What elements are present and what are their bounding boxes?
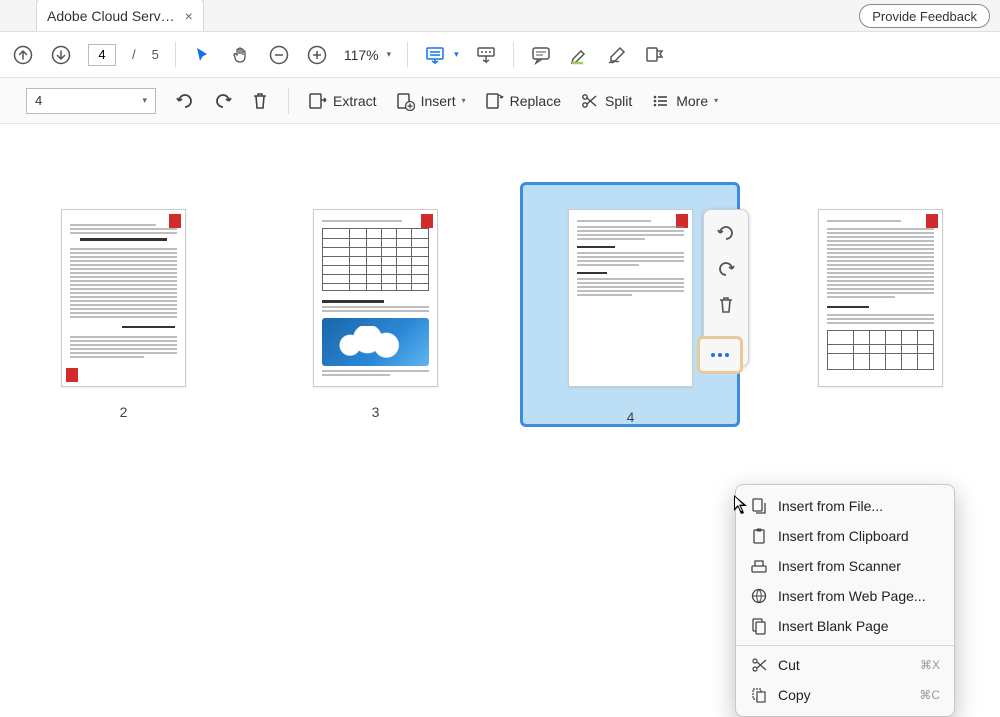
page-number-label: 3 bbox=[313, 404, 438, 420]
blank-page-icon bbox=[750, 617, 768, 635]
fit-width-icon[interactable] bbox=[424, 44, 446, 66]
page-number-label: 2 bbox=[61, 404, 186, 420]
ctx-label: Insert Blank Page bbox=[778, 618, 889, 634]
insert-label: Insert bbox=[421, 93, 456, 109]
provide-feedback-button[interactable]: Provide Feedback bbox=[859, 4, 990, 28]
chevron-down-icon: ▾ bbox=[462, 96, 466, 105]
page-thumbnail-area[interactable]: /*placeholder*/ 2 bbox=[0, 124, 1000, 618]
zoom-level[interactable]: 117% bbox=[344, 47, 379, 63]
separator bbox=[513, 42, 514, 68]
page-display-icon[interactable] bbox=[475, 44, 497, 66]
menu-separator bbox=[736, 645, 954, 646]
page-thumbnail[interactable]: /*placeholder*/ bbox=[61, 209, 186, 387]
download-icon[interactable] bbox=[50, 44, 72, 66]
more-list-icon bbox=[650, 91, 670, 111]
tab-title: Adobe Cloud Serv… bbox=[47, 8, 175, 24]
adobe-badge-icon bbox=[926, 214, 938, 228]
more-button[interactable]: More ▾ bbox=[650, 91, 718, 111]
rotate-ccw-icon[interactable] bbox=[174, 91, 194, 111]
ctx-label: Insert from File... bbox=[778, 498, 883, 514]
ctx-insert-blank-page[interactable]: Insert Blank Page bbox=[736, 611, 954, 641]
scissors-icon bbox=[579, 91, 599, 111]
extract-label: Extract bbox=[333, 93, 377, 109]
ctx-insert-from-file[interactable]: Insert from File... bbox=[736, 491, 954, 521]
copy-icon bbox=[750, 686, 768, 704]
page-number-label: 4 bbox=[568, 409, 693, 425]
select-tool-icon[interactable] bbox=[192, 44, 214, 66]
ctx-label: Insert from Web Page... bbox=[778, 588, 926, 604]
page-separator: / bbox=[132, 47, 136, 62]
zoom-out-icon[interactable] bbox=[268, 44, 290, 66]
organize-toolbar: 4 ▾ Extract Insert ▾ Replace Split bbox=[0, 78, 1000, 124]
trash-icon[interactable] bbox=[711, 290, 741, 320]
document-tab[interactable]: Adobe Cloud Serv… × bbox=[36, 0, 204, 31]
replace-button[interactable]: Replace bbox=[484, 91, 561, 111]
sign-icon[interactable] bbox=[606, 44, 628, 66]
separator bbox=[407, 42, 408, 68]
separator bbox=[288, 88, 289, 114]
rotate-ccw-icon[interactable] bbox=[711, 218, 741, 248]
chevron-down-icon: ▾ bbox=[142, 95, 147, 106]
page-number-input[interactable] bbox=[88, 44, 116, 66]
extract-icon bbox=[307, 91, 327, 111]
replace-label: Replace bbox=[510, 93, 561, 109]
chevron-down-icon[interactable]: ▾ bbox=[454, 49, 459, 60]
ctx-copy[interactable]: Copy ⌘C bbox=[736, 680, 954, 710]
page-range-value: 4 bbox=[35, 93, 42, 108]
page-range-select[interactable]: 4 ▾ bbox=[26, 88, 156, 114]
insert-icon bbox=[395, 91, 415, 111]
more-label: More bbox=[676, 93, 708, 109]
ctx-label: Insert from Clipboard bbox=[778, 528, 909, 544]
close-icon[interactable]: × bbox=[185, 8, 193, 24]
adobe-badge-icon bbox=[421, 214, 433, 228]
ctx-label: Insert from Scanner bbox=[778, 558, 901, 574]
hand-tool-icon[interactable] bbox=[230, 44, 252, 66]
extract-button[interactable]: Extract bbox=[307, 91, 377, 111]
tab-bar: Adobe Cloud Serv… × Provide Feedback bbox=[0, 0, 1000, 32]
page-total: 5 bbox=[152, 47, 159, 62]
chevron-down-icon[interactable]: ▾ bbox=[387, 49, 392, 60]
split-button[interactable]: Split bbox=[579, 91, 632, 111]
ctx-shortcut: ⌘X bbox=[920, 658, 940, 672]
feedback-label: Provide Feedback bbox=[872, 9, 977, 24]
ctx-insert-from-scanner[interactable]: Insert from Scanner bbox=[736, 551, 954, 581]
zoom-in-icon[interactable] bbox=[306, 44, 328, 66]
ctx-label: Copy bbox=[778, 687, 811, 703]
main-toolbar: / 5 117% ▾ ▾ bbox=[0, 32, 1000, 78]
ctx-insert-from-webpage[interactable]: Insert from Web Page... bbox=[736, 581, 954, 611]
page-thumbnail[interactable] bbox=[313, 209, 438, 387]
insert-context-menu: Insert from File... Insert from Clipboar… bbox=[735, 484, 955, 717]
insert-button[interactable]: Insert ▾ bbox=[395, 91, 466, 111]
ctx-shortcut: ⌘C bbox=[919, 688, 940, 702]
replace-icon bbox=[484, 91, 504, 111]
ctx-label: Cut bbox=[778, 657, 800, 673]
ctx-insert-from-clipboard[interactable]: Insert from Clipboard bbox=[736, 521, 954, 551]
clipboard-icon bbox=[750, 527, 768, 545]
page-thumbnail[interactable] bbox=[818, 209, 943, 387]
cloud-image bbox=[322, 318, 429, 366]
rotate-cw-icon[interactable] bbox=[711, 254, 741, 284]
comment-icon[interactable] bbox=[530, 44, 552, 66]
highlight-icon[interactable] bbox=[568, 44, 590, 66]
chevron-down-icon: ▾ bbox=[714, 96, 718, 105]
ctx-cut[interactable]: Cut ⌘X bbox=[736, 650, 954, 680]
adobe-badge-icon bbox=[169, 214, 181, 228]
split-label: Split bbox=[605, 93, 632, 109]
more-dots-icon bbox=[711, 353, 729, 357]
trash-icon[interactable] bbox=[250, 91, 270, 111]
page-more-actions-button[interactable] bbox=[697, 336, 743, 374]
globe-icon bbox=[750, 587, 768, 605]
upload-icon[interactable] bbox=[12, 44, 34, 66]
scissors-icon bbox=[750, 656, 768, 674]
scanner-icon bbox=[750, 557, 768, 575]
rotate-cw-icon[interactable] bbox=[212, 91, 232, 111]
file-insert-icon bbox=[750, 497, 768, 515]
stamp-icon[interactable] bbox=[644, 44, 666, 66]
page-thumbnail-selected[interactable] bbox=[568, 209, 693, 387]
separator bbox=[175, 42, 176, 68]
adobe-badge-icon bbox=[66, 368, 78, 382]
